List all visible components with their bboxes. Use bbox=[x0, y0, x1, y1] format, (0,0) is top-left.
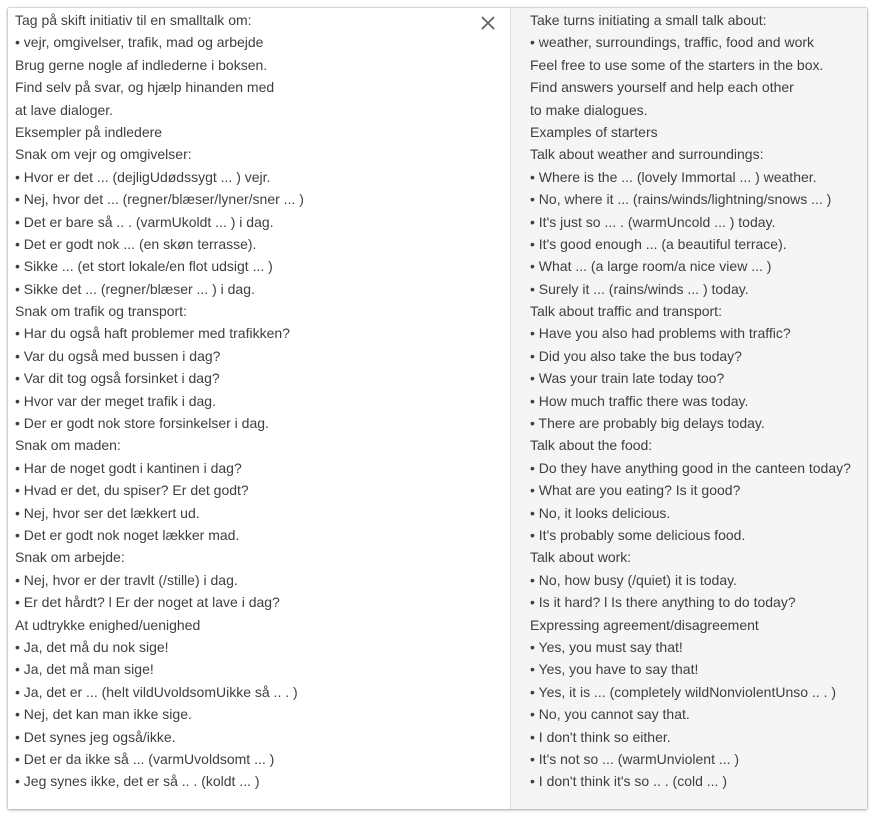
translated-text-line: • It's just so ... . (warmUncold ... ) t… bbox=[530, 213, 776, 230]
source-text-line: Snak om arbejde: bbox=[15, 549, 125, 566]
translated-text-line: • It's probably some delicious food. bbox=[530, 526, 746, 543]
translated-text-line: • I don't think so either. bbox=[530, 728, 671, 745]
translated-text-line: Talk about the food: bbox=[530, 437, 653, 454]
translated-text-line: • Was your train late today too? bbox=[530, 370, 725, 387]
source-text-line: • Sikke ... (et stort lokale/en flot uds… bbox=[15, 258, 273, 275]
translated-text-line: • No, it looks delicious. bbox=[530, 504, 671, 521]
source-text-line: • Var dit tog også forsinket i dag? bbox=[15, 370, 220, 387]
translated-text-line: Find answers yourself and help each othe… bbox=[530, 79, 794, 96]
translated-text-line: • Is it hard? l Is there anything to do … bbox=[530, 594, 796, 611]
source-text-line: • Nej, hvor det ... (regner/blæser/lyner… bbox=[15, 191, 304, 208]
source-text-line: • Nej, hvor er der travlt (/stille) i da… bbox=[15, 571, 238, 588]
close-icon bbox=[481, 16, 495, 30]
source-text-line: At udtrykke enighed/uenighed bbox=[15, 616, 201, 633]
translated-text-line: • What are you eating? Is it good? bbox=[530, 482, 741, 499]
translated-text-line: • No, where it ... (rains/winds/lightnin… bbox=[530, 191, 832, 208]
translated-text-line: Talk about weather and surroundings: bbox=[530, 146, 764, 163]
source-text-lines: Tag på skift initiativ til en smalltalk … bbox=[8, 8, 510, 793]
source-text-line: Snak om trafik og transport: bbox=[15, 303, 187, 320]
translated-text-line: • Yes, you must say that! bbox=[530, 638, 683, 655]
source-text-line: Tag på skift initiativ til en smalltalk … bbox=[15, 12, 252, 28]
source-text-line: • Nej, det kan man ikke sige. bbox=[15, 706, 192, 723]
translated-text-line: • weather, surroundings, traffic, food a… bbox=[530, 34, 815, 51]
source-text-line: • Det synes jeg også/ikke. bbox=[15, 728, 176, 745]
translated-text-line: Talk about traffic and transport: bbox=[530, 303, 722, 320]
translated-text-line: to make dialogues. bbox=[530, 101, 648, 118]
source-text-line: Snak om maden: bbox=[15, 437, 121, 454]
source-text-line: • Ja, det er ... (helt vildUvoldsomUikke… bbox=[15, 683, 298, 700]
translated-text-line: • Do they have anything good in the cant… bbox=[530, 459, 851, 476]
source-text-line: Snak om vejr og omgivelser: bbox=[15, 146, 192, 163]
source-text-line: • vejr, omgivelser, trafik, mad og arbej… bbox=[15, 34, 264, 51]
source-text-line: • Det er bare så .. . (varmUkoldt ... ) … bbox=[15, 213, 274, 230]
source-text-line: • Nej, hvor ser det lækkert ud. bbox=[15, 504, 200, 521]
source-text-line: Eksempler på indledere bbox=[15, 123, 163, 140]
source-text-pane[interactable]: Tag på skift initiativ til en smalltalk … bbox=[8, 8, 511, 809]
translated-text-line: • No, you cannot say that. bbox=[530, 706, 690, 723]
source-text-line: • Det er da ikke så ... (varmUvoldsomt .… bbox=[15, 750, 275, 767]
translated-text-line: Talk about work: bbox=[530, 549, 632, 566]
translated-text-line: • How much traffic there was today. bbox=[530, 392, 749, 409]
translated-text-line: Take turns initiating a small talk about… bbox=[530, 12, 767, 28]
source-text-line: • Det er godt nok ... (en skøn terrasse)… bbox=[15, 235, 257, 252]
translated-text-line: • What ... (a large room/a nice view ...… bbox=[530, 258, 772, 275]
source-text-line: Find selv på svar, og hjælp hinanden med bbox=[15, 79, 275, 96]
translated-text-line: • There are probably big delays today. bbox=[530, 415, 765, 432]
source-text-line: • Ja, det må du nok sige! bbox=[15, 638, 169, 655]
source-text-line: • Sikke det ... (regner/blæser ... ) i d… bbox=[15, 280, 255, 297]
source-text-line: • Ja, det må man sige! bbox=[15, 661, 154, 678]
source-text-line: • Jeg synes ikke, det er så .. . (koldt … bbox=[15, 773, 260, 790]
translated-text-line: • I don't think it's so .. . (cold ... ) bbox=[530, 773, 727, 790]
source-text-line: • Hvor var der meget trafik i dag. bbox=[15, 392, 216, 409]
translated-text-line: • Yes, you have to say that! bbox=[530, 661, 699, 678]
translated-text-line: Examples of starters bbox=[530, 123, 658, 140]
source-text-line: • Har de noget godt i kantinen i dag? bbox=[15, 459, 242, 476]
source-text-line: • Hvor er det ... (dejligUdødssygt ... )… bbox=[15, 168, 271, 185]
translated-text-line: • It's good enough ... (a beautiful terr… bbox=[530, 235, 787, 252]
clear-source-button[interactable] bbox=[478, 13, 498, 33]
source-text-line: Brug gerne nogle af indlederne i boksen. bbox=[15, 56, 268, 73]
translated-text-line: • Where is the ... (lovely Immortal ... … bbox=[530, 168, 817, 185]
source-text-line: • Hvad er det, du spiser? Er det godt? bbox=[15, 482, 249, 499]
translated-text-line: Feel free to use some of the starters in… bbox=[530, 56, 824, 73]
translated-text-line: Expressing agreement/disagreement bbox=[530, 616, 759, 633]
source-text-line: • Der er godt nok store forsinkelser i d… bbox=[15, 415, 269, 432]
translated-text-line: • Have you also had problems with traffi… bbox=[530, 325, 791, 342]
source-text-line: • Er det hårdt? l Er der noget at lave i… bbox=[15, 594, 280, 611]
translated-text-line: • No, how busy (/quiet) it is today. bbox=[530, 571, 737, 588]
translated-text-line: • Surely it ... (rains/winds ... ) today… bbox=[530, 280, 749, 297]
translated-text-lines: Take turns initiating a small talk about… bbox=[511, 8, 867, 793]
translated-text-line: • Yes, it is ... (completely wildNonviol… bbox=[530, 683, 837, 700]
translation-panel: Tag på skift initiativ til en smalltalk … bbox=[8, 8, 867, 809]
source-text-line: • Det er godt nok noget lækker mad. bbox=[15, 526, 240, 543]
translated-text-line: • It's not so ... (warmUnviolent ... ) bbox=[530, 750, 740, 767]
source-text-line: at lave dialoger. bbox=[15, 101, 114, 118]
source-text-line: • Var du også med bussen i dag? bbox=[15, 347, 221, 364]
source-text-line: • Har du også haft problemer med trafikk… bbox=[15, 325, 290, 342]
translated-text-pane: Take turns initiating a small talk about… bbox=[511, 8, 867, 809]
translated-text-line: • Did you also take the bus today? bbox=[530, 347, 742, 364]
